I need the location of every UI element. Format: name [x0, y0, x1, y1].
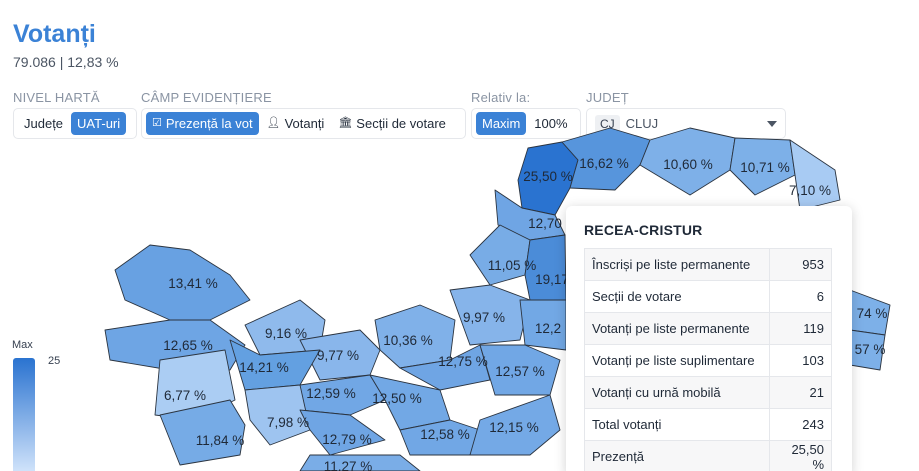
tooltip-row-label: Secții de votare [584, 280, 770, 313]
tooltip-row-label: Prezență [584, 440, 770, 471]
map-region-label: 10,60 % [663, 157, 713, 172]
tooltip-row: Total votanți 243 [584, 408, 832, 441]
map-region-label: 12,57 % [495, 364, 545, 379]
map-region-label: 7,98 % [267, 415, 309, 430]
tooltip-row-label: Votanți pe liste permanente [584, 312, 770, 345]
tooltip-row-value: 103 [769, 344, 832, 377]
map-region-label: 6,77 % [164, 388, 206, 403]
tooltip-row-value: 6 [769, 280, 832, 313]
tooltip-row-label: Înscriși pe liste permanente [584, 248, 770, 281]
map-region-label: 10,36 % [383, 333, 433, 348]
map-region-label: 12,50 % [372, 391, 422, 406]
map-region[interactable] [789, 139, 841, 211]
map-region-label: 11,84 % [196, 433, 245, 448]
map-region-label: 9,97 % [463, 310, 505, 325]
legend-max-label: Max [12, 339, 33, 351]
map-region-label: 7,10 % [789, 183, 831, 198]
map-region-label: 9,16 % [265, 326, 307, 341]
map-region-label: 25,50 % [523, 169, 573, 184]
tooltip-row: Prezență 25,50 % [584, 440, 832, 471]
tooltip-row: Votanți cu urnă mobilă 21 [584, 376, 832, 409]
legend-max-value: 25 [48, 355, 61, 367]
map-region-label: 16,62 % [579, 156, 629, 171]
map-region-label: 12,58 % [420, 427, 470, 442]
tooltip-row: Votanți pe liste suplimentare 103 [584, 344, 832, 377]
map-region-label: 9,77 % [317, 348, 359, 363]
tooltip-row-value: 21 [769, 376, 832, 409]
tooltip-row: Înscriși pe liste permanente 953 [584, 248, 832, 281]
map-region-label: 12,59 % [306, 386, 356, 401]
map-region-label: 11,05 % [488, 258, 537, 273]
legend-color-scale [13, 358, 35, 471]
map-region-label: 19,17 [535, 272, 569, 287]
tooltip-row-value: 119 [769, 312, 832, 345]
map-region-label: 10,71 % [740, 160, 790, 175]
map-region-label: 12,65 % [163, 338, 213, 353]
tooltip-row-label: Total votanți [584, 408, 770, 441]
tooltip-row-label: Votanți cu urnă mobilă [584, 376, 770, 409]
map-region-label: 74 % [857, 306, 888, 321]
map-region-label: 12,15 % [489, 420, 539, 435]
tooltip-table: Înscriși pe liste permanente 953 Secții de… [584, 248, 832, 471]
tooltip-row: Votanți pe liste permanente 119 [584, 312, 832, 345]
tooltip-row-value: 25,50 % [769, 440, 832, 471]
tooltip-row: Secții de votare 6 [584, 280, 832, 313]
map-region-label: 12,70 [528, 216, 562, 231]
tooltip-row-value: 243 [769, 408, 832, 441]
tooltip-row-value: 953 [769, 248, 832, 281]
region-tooltip: RECEA-CRISTUR Înscriși pe liste permanen… [566, 206, 852, 471]
map-region-label: 12,79 % [322, 432, 372, 447]
tooltip-title: RECEA-CRISTUR [584, 222, 703, 238]
map-region-label: 12,2 [535, 321, 561, 336]
map-region-label: 11,27 % [324, 459, 373, 471]
map-region-label: 14,21 % [239, 360, 289, 375]
tooltip-row-label: Votanți pe liste suplimentare [584, 344, 770, 377]
map-region-label: 12,75 % [438, 354, 488, 369]
map-region-label: 57 % [855, 342, 886, 357]
map-region-label: 13,41 % [168, 276, 218, 291]
